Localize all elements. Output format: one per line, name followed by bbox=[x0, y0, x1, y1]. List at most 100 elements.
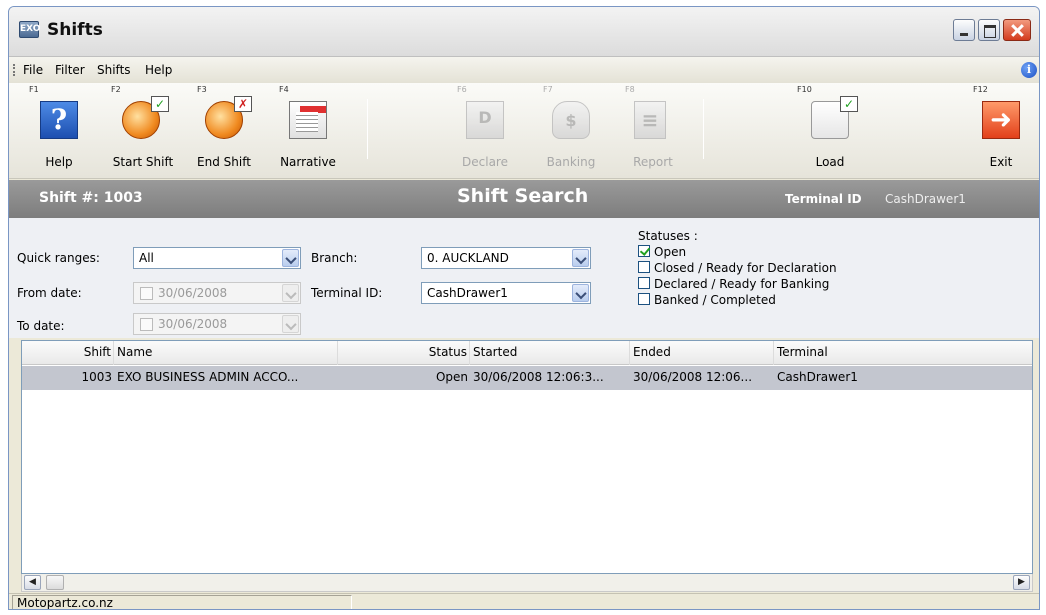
menu-help[interactable]: Help bbox=[145, 63, 172, 77]
end-shift-clock-icon: ✗ bbox=[205, 96, 252, 139]
menu-file[interactable]: File bbox=[23, 63, 43, 77]
column-header-started[interactable]: Started bbox=[470, 341, 630, 365]
help-fkey: F1 bbox=[29, 85, 39, 94]
report-label: Report bbox=[633, 155, 673, 169]
narrative-document-icon bbox=[289, 101, 327, 139]
help-question-icon: ? bbox=[40, 101, 78, 139]
status-banked-label: Banked / Completed bbox=[654, 293, 776, 307]
load-shift-icon: ✓ bbox=[811, 96, 858, 139]
status-banked-checkbox[interactable]: Banked / Completed bbox=[638, 293, 776, 307]
from-date-checkbox[interactable] bbox=[140, 287, 153, 300]
terminal-id-label: Terminal ID bbox=[785, 192, 862, 206]
banking-label: Banking bbox=[546, 155, 596, 169]
end-shift-label: End Shift bbox=[197, 155, 251, 169]
toolbar: F1 ? Help F2 ✓ Start Shift F3 ✗ End Shif… bbox=[9, 83, 1039, 179]
scroll-left-icon[interactable]: ◀ bbox=[24, 575, 41, 590]
to-date-label: To date: bbox=[17, 319, 65, 333]
help-button[interactable]: F1 ? Help bbox=[29, 83, 89, 179]
declare-label: Declare bbox=[462, 155, 508, 169]
terminal-id-select[interactable]: CashDrawer1 bbox=[421, 282, 591, 304]
report-glyph: ≡ bbox=[641, 108, 659, 132]
statuses-label: Statuses : bbox=[638, 229, 698, 243]
horizontal-scrollbar[interactable]: ◀ ▶ bbox=[21, 574, 1033, 592]
narrative-label: Narrative bbox=[280, 155, 336, 169]
exit-label: Exit bbox=[989, 155, 1013, 169]
narrative-button[interactable]: F4 Narrative bbox=[273, 83, 343, 179]
exit-door-icon: ➜ bbox=[982, 101, 1020, 139]
checkbox-checked-icon[interactable] bbox=[638, 245, 650, 257]
start-shift-button[interactable]: F2 ✓ Start Shift bbox=[105, 83, 181, 179]
quick-ranges-select[interactable]: All bbox=[133, 247, 301, 269]
check-badge-icon: ✓ bbox=[151, 96, 169, 112]
end-shift-button[interactable]: F3 ✗ End Shift bbox=[189, 83, 259, 179]
terminal-id-value: CashDrawer1 bbox=[885, 192, 966, 206]
narrative-lines-decoration bbox=[296, 112, 318, 132]
column-header-ended[interactable]: Ended bbox=[630, 341, 774, 365]
menu-grip-handle[interactable] bbox=[13, 64, 15, 76]
exit-glyph: ➜ bbox=[990, 105, 1012, 135]
status-open-checkbox[interactable]: Open bbox=[638, 245, 686, 259]
toolbar-separator-2 bbox=[703, 99, 704, 159]
status-closed-label: Closed / Ready for Declaration bbox=[654, 261, 837, 275]
start-shift-fkey: F2 bbox=[111, 85, 121, 94]
table-row[interactable]: 1003 EXO BUSINESS ADMIN ACCO... Open 30/… bbox=[22, 366, 1032, 390]
status-open-label: Open bbox=[654, 245, 687, 259]
help-label: Help bbox=[45, 155, 73, 169]
status-declared-checkbox[interactable]: Declared / Ready for Banking bbox=[638, 277, 829, 291]
branch-select[interactable]: 0. AUCKLAND bbox=[421, 247, 591, 269]
shifts-table[interactable]: Shift Name Status Started Ended Terminal… bbox=[21, 340, 1033, 574]
scrollbar-thumb[interactable] bbox=[46, 575, 64, 590]
load-label: Load bbox=[815, 155, 845, 169]
column-header-shift[interactable]: Shift bbox=[22, 341, 114, 365]
status-bar: Motopartz.co.nz bbox=[9, 593, 1039, 609]
declare-button[interactable]: F6 D Declare bbox=[453, 83, 517, 179]
report-button[interactable]: F8 ≡ Report bbox=[621, 83, 685, 179]
exit-fkey: F12 bbox=[973, 85, 988, 94]
cell-status: Open bbox=[435, 370, 468, 384]
checkbox-icon[interactable] bbox=[638, 293, 650, 305]
to-date-checkbox[interactable] bbox=[140, 318, 153, 331]
column-header-terminal[interactable]: Terminal bbox=[774, 341, 1032, 365]
declare-fkey: F6 bbox=[457, 85, 467, 94]
cell-ended: 30/06/2008 12:06... bbox=[633, 370, 753, 384]
banking-button[interactable]: F7 $ Banking bbox=[539, 83, 603, 179]
branch-value: 0. AUCKLAND bbox=[427, 251, 509, 265]
title-bar[interactable]: EXO Shifts bbox=[9, 7, 1039, 57]
to-date-picker[interactable]: 30/06/2008 bbox=[133, 313, 301, 335]
close-button[interactable] bbox=[1003, 19, 1031, 41]
menu-shifts[interactable]: Shifts bbox=[97, 63, 131, 77]
exit-button[interactable]: F12 ➜ Exit bbox=[969, 83, 1033, 179]
load-fkey: F10 bbox=[797, 85, 812, 94]
menu-filter[interactable]: Filter bbox=[55, 63, 85, 77]
status-closed-checkbox[interactable]: Closed / Ready for Declaration bbox=[638, 261, 837, 275]
cell-shift: 1003 bbox=[81, 370, 112, 384]
scroll-right-icon[interactable]: ▶ bbox=[1013, 575, 1030, 590]
status-declared-label: Declared / Ready for Banking bbox=[654, 277, 830, 291]
info-icon[interactable]: i bbox=[1021, 62, 1037, 78]
end-shift-fkey: F3 bbox=[197, 85, 207, 94]
column-header-status[interactable]: Status bbox=[338, 341, 470, 365]
report-fkey: F8 bbox=[625, 85, 635, 94]
from-date-picker[interactable]: 30/06/2008 bbox=[133, 282, 301, 304]
minimize-button[interactable] bbox=[953, 19, 975, 41]
to-date-value: 30/06/2008 bbox=[158, 317, 228, 331]
report-icon: ≡ bbox=[634, 101, 666, 139]
declare-glyph: D bbox=[478, 108, 492, 127]
chevron-down-icon[interactable] bbox=[282, 249, 299, 267]
chevron-down-icon[interactable] bbox=[572, 284, 589, 302]
checkbox-icon[interactable] bbox=[638, 277, 650, 289]
load-button[interactable]: F10 ✓ Load bbox=[795, 83, 865, 179]
table-header: Shift Name Status Started Ended Terminal bbox=[22, 341, 1032, 365]
chevron-down-icon[interactable] bbox=[282, 315, 299, 333]
maximize-button[interactable] bbox=[978, 19, 1000, 41]
banking-glyph: $ bbox=[565, 111, 577, 130]
checkbox-icon[interactable] bbox=[638, 261, 650, 273]
banking-moneybag-icon: $ bbox=[552, 101, 590, 139]
terminal-id-filter-value: CashDrawer1 bbox=[427, 286, 508, 300]
window-title: Shifts bbox=[47, 20, 103, 40]
column-header-name[interactable]: Name bbox=[114, 341, 338, 365]
chevron-down-icon[interactable] bbox=[282, 284, 299, 302]
filter-panel: Quick ranges: All From date: 30/06/2008 … bbox=[9, 218, 1039, 338]
chevron-down-icon[interactable] bbox=[572, 249, 589, 267]
narrative-fkey: F4 bbox=[279, 85, 289, 94]
